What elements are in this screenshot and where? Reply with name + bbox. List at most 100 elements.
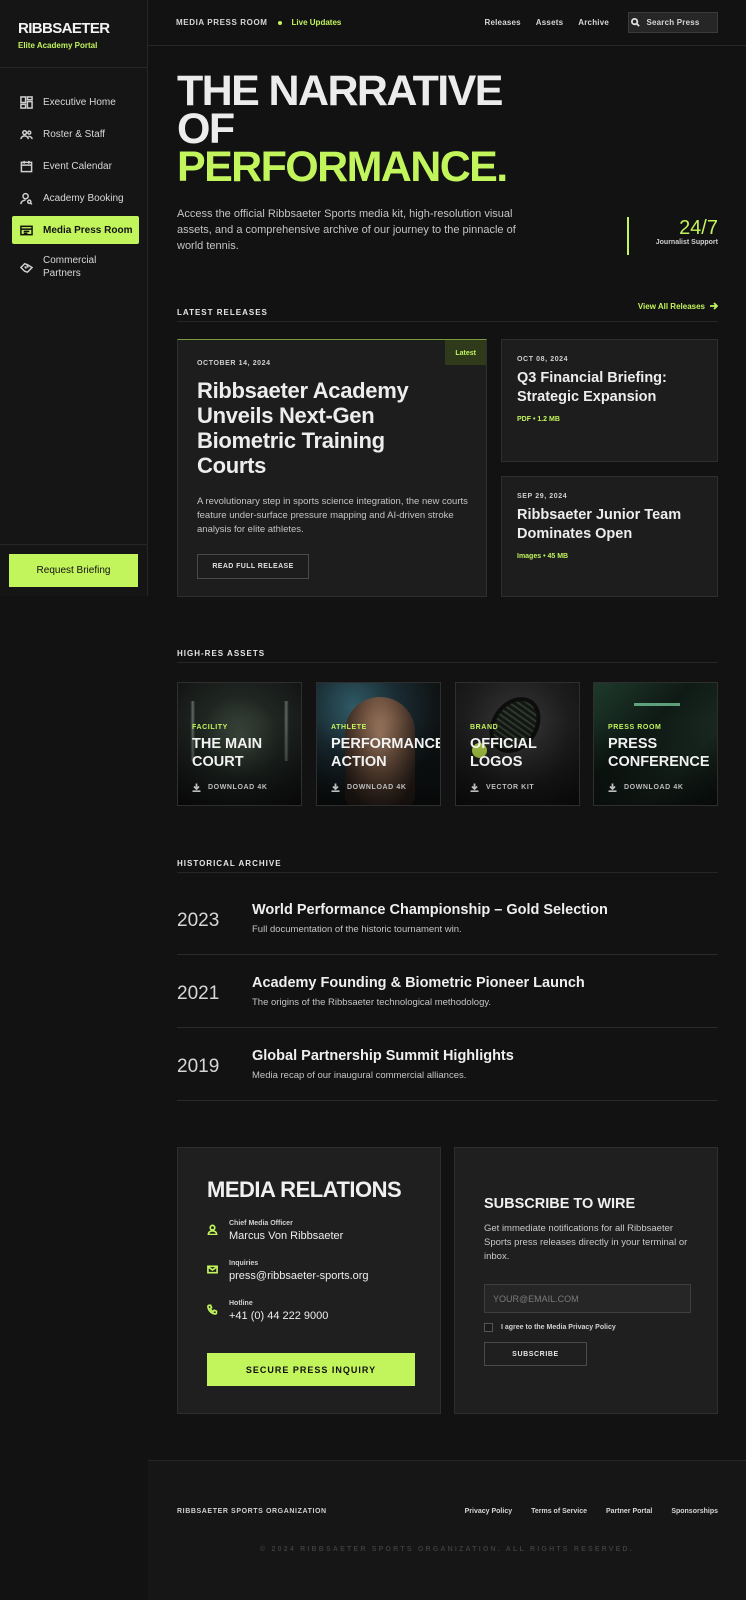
download-label: DOWNLOAD 4K: [624, 784, 684, 791]
archive-subtitle: Full documentation of the historic tourn…: [252, 924, 462, 935]
release-date: OCTOBER 14, 2024: [197, 360, 271, 367]
privacy-consent[interactable]: I agree to the Media Privacy Policy: [484, 1323, 616, 1332]
asset-category: FACILITY: [192, 724, 228, 731]
sidebar-item-label: Roster & Staff: [43, 128, 106, 140]
sidebar: RIBBSAETER Elite Academy Portal Executiv…: [0, 0, 148, 596]
group-icon: [19, 127, 33, 141]
section-heading: HIGH-RES ASSETS: [177, 649, 266, 658]
asset-category: ATHLETE: [331, 724, 367, 731]
brand: RIBBSAETER Elite Academy Portal: [0, 0, 147, 68]
top-nav: Releases Assets Archive Search Press: [485, 12, 718, 33]
download-icon: [470, 783, 479, 792]
footer: RIBBSAETER SPORTS ORGANIZATION Privacy P…: [148, 1460, 746, 1600]
asset-card-main-court[interactable]: FACILITY THE MAIN COURT DOWNLOAD 4K: [177, 682, 302, 806]
featured-release[interactable]: Latest OCTOBER 14, 2024 Ribbsaeter Acade…: [177, 339, 487, 597]
subscribe-description: Get immediate notifications for all Ribb…: [484, 1223, 688, 1262]
asset-category: PRESS ROOM: [608, 724, 662, 731]
footer-link-terms[interactable]: Terms of Service: [531, 1508, 587, 1515]
footer-link-privacy[interactable]: Privacy Policy: [465, 1508, 512, 1515]
asset-title: OFFICIAL LOGOS: [470, 736, 537, 770]
contact-inquiries: Inquiries press@ribbsaeter-sports.org: [207, 1260, 369, 1282]
nav-link-releases[interactable]: Releases: [485, 18, 521, 27]
contact-email-link[interactable]: press@ribbsaeter-sports.org: [229, 1270, 369, 1282]
section-title: MEDIA PRESS ROOM: [176, 18, 268, 27]
brand-name[interactable]: RIBBSAETER: [18, 20, 129, 37]
contact-hotline: Hotline +41 (0) 44 222 9000: [207, 1300, 328, 1322]
view-all-label: View All Releases: [637, 302, 705, 311]
sidebar-item-commercial-partners[interactable]: Commercial Partners: [12, 248, 139, 286]
download-icon: [192, 783, 201, 792]
email-input[interactable]: YOUR@EMAIL.COM: [484, 1284, 691, 1313]
support-label: Journalist Support: [655, 239, 718, 246]
copyright: © 2024 RIBBSAETER SPORTS ORGANIZATION. A…: [260, 1546, 634, 1553]
contact-value: Marcus Von Ribbsaeter: [229, 1230, 344, 1242]
archive-row[interactable]: 2019 Global Partnership Summit Highlight…: [177, 1028, 718, 1101]
mail-icon: [207, 1265, 218, 1274]
assets-header: HIGH-RES ASSETS: [177, 643, 718, 663]
latest-releases-header: LATEST RELEASES View All Releases: [177, 302, 719, 322]
release-card[interactable]: OCT 08, 2024 Q3 Financial Briefing: Stra…: [501, 339, 718, 462]
sidebar-item-roster-staff[interactable]: Roster & Staff: [12, 120, 139, 148]
request-briefing-button[interactable]: Request Briefing: [9, 554, 138, 587]
footer-links: Privacy Policy Terms of Service Partner …: [446, 1508, 718, 1515]
sidebar-item-media-press-room[interactable]: Media Press Room: [12, 216, 139, 244]
archive-year: 2023: [177, 910, 220, 931]
vector-kit-link[interactable]: VECTOR KIT: [470, 783, 534, 792]
hero-line-3: PERFORMANCE.: [177, 143, 508, 191]
asset-card-official-logos[interactable]: BRAND OFFICIAL LOGOS VECTOR KIT: [455, 682, 580, 806]
release-date: OCT 08, 2024: [517, 356, 569, 363]
archive-year: 2019: [177, 1056, 220, 1077]
contact-phone-link[interactable]: +41 (0) 44 222 9000: [229, 1310, 328, 1322]
release-card[interactable]: SEP 29, 2024 Ribbsaeter Junior Team Domi…: [501, 476, 718, 597]
archive-year: 2021: [177, 983, 220, 1004]
download-link[interactable]: DOWNLOAD 4K: [331, 783, 407, 792]
search-press-button[interactable]: Search Press: [628, 12, 718, 33]
read-full-release-button[interactable]: READ FULL RELEASE: [197, 554, 309, 579]
release-title: Ribbsaeter Junior Team Dominates Open: [517, 507, 682, 542]
nav-link-assets[interactable]: Assets: [536, 18, 563, 27]
support-value: 24/7: [679, 217, 718, 239]
archive-row[interactable]: 2021 Academy Founding & Biometric Pionee…: [177, 955, 718, 1028]
arrow-right-icon: [710, 302, 719, 310]
asset-card-performance-action[interactable]: ATHLETE PERFORMANCE ACTION DOWNLOAD 4K: [316, 682, 441, 806]
archive-subtitle: Media recap of our inaugural commercial …: [252, 1070, 467, 1081]
top-bar: MEDIA PRESS ROOM Live Updates Releases A…: [148, 0, 746, 46]
secure-press-inquiry-button[interactable]: SECURE PRESS INQUIRY: [207, 1353, 415, 1386]
archive-title: Global Partnership Summit Highlights: [252, 1048, 514, 1064]
download-label: DOWNLOAD 4K: [208, 784, 268, 791]
hero-heading: THE NARRATIVE OF PERFORMANCE.: [177, 70, 508, 191]
footer-org: RIBBSAETER SPORTS ORGANIZATION: [177, 1508, 327, 1515]
contact-label: Hotline: [229, 1300, 253, 1307]
view-all-releases-link[interactable]: View All Releases: [637, 302, 719, 311]
release-description: A revolutionary step in sports science i…: [197, 496, 468, 535]
handshake-icon: [19, 260, 33, 274]
sidebar-item-academy-booking[interactable]: Academy Booking: [12, 184, 139, 212]
footer-link-sponsorships[interactable]: Sponsorships: [671, 1508, 718, 1515]
calendar-icon: [19, 159, 33, 173]
live-updates-link[interactable]: Live Updates: [292, 18, 342, 27]
consent-checkbox[interactable]: [484, 1323, 493, 1332]
sidebar-item-label: Event Calendar: [43, 160, 112, 172]
media-relations-heading: MEDIA RELATIONS: [207, 1177, 402, 1202]
asset-card-press-conference[interactable]: PRESS ROOM PRESS CONFERENCE DOWNLOAD 4K: [593, 682, 718, 806]
contact-label: Inquiries: [229, 1260, 259, 1267]
download-link[interactable]: DOWNLOAD 4K: [192, 783, 268, 792]
subscribe-button[interactable]: SUBSCRIBE: [484, 1342, 587, 1366]
archive-row[interactable]: 2023 World Performance Championship – Go…: [177, 882, 718, 955]
asset-title: PERFORMANCE ACTION: [331, 736, 441, 770]
search-press-label: Search Press: [646, 18, 700, 27]
archive-title: Academy Founding & Biometric Pioneer Lau…: [252, 975, 585, 991]
release-title: Q3 Financial Briefing: Strategic Expansi…: [517, 370, 667, 405]
subscribe-panel: SUBSCRIBE TO WIRE Get immediate notifica…: [454, 1147, 718, 1414]
release-date: SEP 29, 2024: [517, 493, 568, 500]
sidebar-item-executive-home[interactable]: Executive Home: [12, 88, 139, 116]
phone-icon: [207, 1304, 218, 1315]
footer-link-partner-portal[interactable]: Partner Portal: [606, 1508, 652, 1515]
download-icon: [331, 783, 340, 792]
section-heading: LATEST RELEASES: [177, 308, 268, 317]
download-link[interactable]: DOWNLOAD 4K: [608, 783, 684, 792]
download-icon: [608, 783, 617, 792]
consent-label: I agree to the Media Privacy Policy: [501, 1324, 616, 1331]
sidebar-item-event-calendar[interactable]: Event Calendar: [12, 152, 139, 180]
nav-link-archive[interactable]: Archive: [578, 18, 609, 27]
